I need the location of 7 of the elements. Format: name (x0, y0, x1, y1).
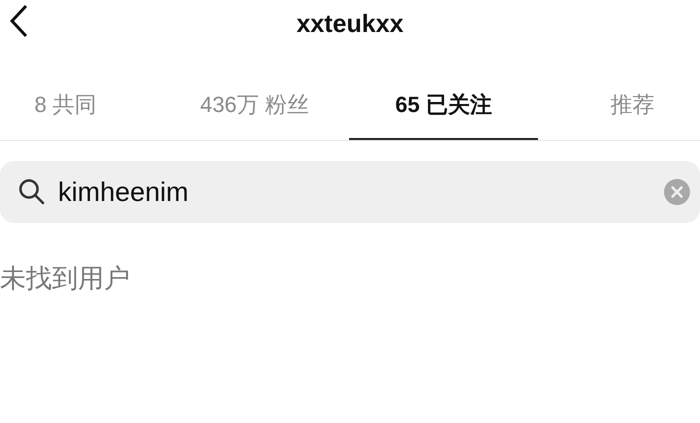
no-results-message: 未找到用户 (0, 262, 131, 295)
back-icon[interactable] (8, 4, 30, 38)
tab[interactable]: 65 已关注 (349, 78, 538, 140)
window-title: xxteukxx (296, 10, 404, 38)
search-icon (18, 178, 46, 206)
search-input[interactable]: kimheenim (58, 176, 664, 208)
search-field[interactable]: kimheenim (0, 161, 700, 223)
